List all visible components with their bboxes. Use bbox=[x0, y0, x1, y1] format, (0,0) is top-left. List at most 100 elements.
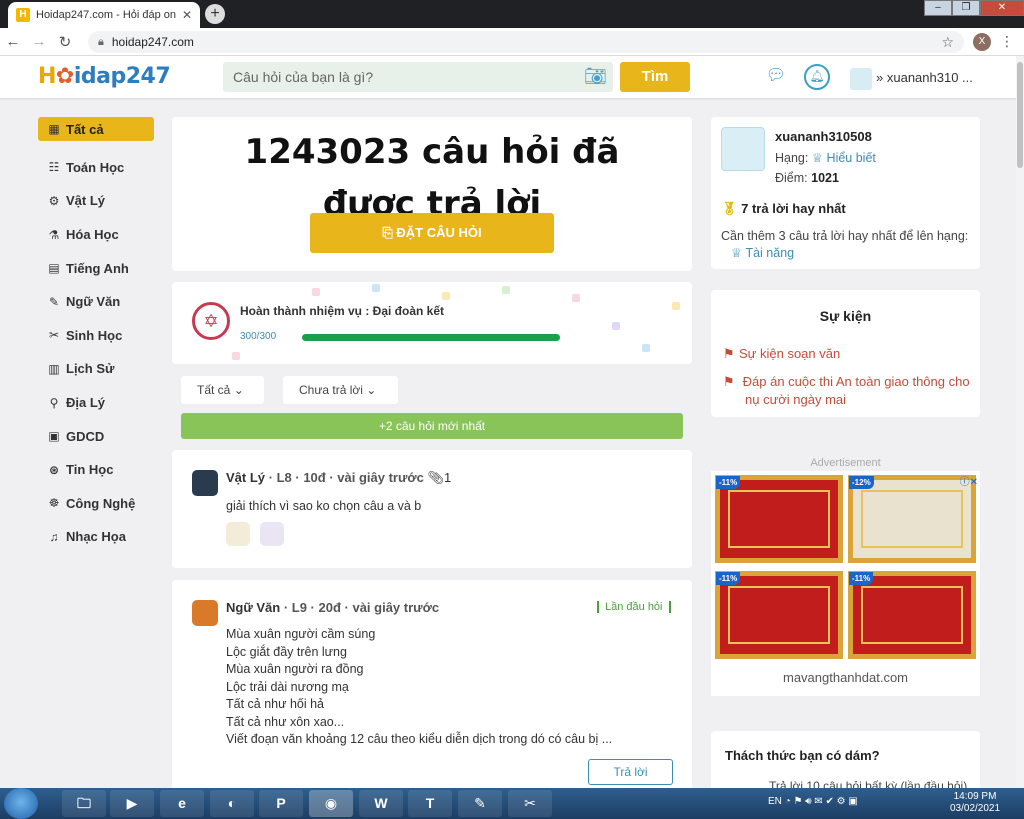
sidebar-item-biology[interactable]: ✂ Sinh Học bbox=[38, 319, 154, 353]
site-header: H✿idap247 Câu hỏi của bạn là gì? 📷︎ Tìm … bbox=[0, 56, 1024, 98]
word-icon[interactable]: W bbox=[359, 790, 403, 817]
advertisement[interactable]: -11% -12% -11% -11% ⓘ✕ mavangthanhdat.co… bbox=[711, 471, 980, 696]
username: xuananh310 ... bbox=[886, 70, 973, 85]
page-scrollbar[interactable] bbox=[1016, 56, 1024, 788]
window-close-button[interactable]: ✕ bbox=[980, 0, 1024, 16]
browser-tab[interactable]: H Hoidap247.com - Hỏi đáp online ✕ bbox=[8, 2, 200, 28]
question-points: 20đ bbox=[318, 600, 341, 615]
internet-explorer-icon[interactable]: e bbox=[160, 790, 204, 817]
sidebar-item-english[interactable]: ▤ Tiếng Anh bbox=[38, 251, 154, 285]
powerpoint-icon[interactable]: P bbox=[259, 790, 303, 817]
address-bar[interactable]: 🔒︎ hoidap247.com ☆ bbox=[88, 31, 964, 53]
tab-close-icon[interactable]: ✕ bbox=[182, 8, 192, 22]
attachment-thumbnail[interactable] bbox=[260, 522, 284, 546]
mission-progress-bar bbox=[302, 334, 560, 341]
chrome-icon[interactable]: ◉ bbox=[309, 790, 353, 817]
chat-icon[interactable]: 💬︎ bbox=[764, 66, 788, 90]
question-card[interactable]: Ngữ Văn · L9 · 20đ · vài giây trước Lần … bbox=[172, 580, 692, 790]
teams-icon[interactable]: T bbox=[408, 790, 452, 817]
ad-product-image[interactable]: -11% bbox=[715, 475, 843, 563]
question-card[interactable]: Vật Lý · L8 · 10đ · vài giây trước 📎︎1 g… bbox=[172, 450, 692, 568]
site-logo[interactable]: H✿idap247 bbox=[38, 64, 171, 89]
event-link[interactable]: ⚑ Đáp án cuộc thi An toàn giao thông cho… bbox=[723, 373, 973, 409]
sidebar-item-label: Ngữ Văn bbox=[66, 294, 121, 310]
ask-button-label: ĐẶT CÂU HỎI bbox=[396, 225, 482, 240]
pen-icon: ✎ bbox=[48, 294, 60, 309]
answered-count-line1: 1243023 câu hỏi đã bbox=[244, 132, 620, 172]
back-icon[interactable]: ← bbox=[0, 33, 26, 50]
asker-avatar[interactable] bbox=[192, 600, 218, 626]
language-indicator[interactable]: EN bbox=[768, 796, 782, 807]
challenge-title: Thách thức bạn có dám? bbox=[725, 748, 880, 763]
sidebar-item-history[interactable]: ▥ Lịch Sử bbox=[38, 352, 154, 386]
ad-close-icon[interactable]: ⓘ✕ bbox=[960, 473, 978, 488]
paint-icon[interactable]: ✎ bbox=[458, 790, 502, 817]
profile-name[interactable]: xuananh310508 bbox=[775, 129, 872, 144]
user-avatar[interactable] bbox=[850, 68, 872, 90]
music-icon: ♫ bbox=[49, 529, 59, 544]
rank-value[interactable]: Hiểu biết bbox=[827, 151, 876, 165]
app-icon[interactable]: ◐ bbox=[210, 790, 254, 817]
event-link[interactable]: ⚑ Sự kiện soạn văn bbox=[723, 345, 973, 363]
sidebar-item-civics[interactable]: ▣ GDCD bbox=[38, 419, 154, 453]
system-tray: EN ◔ ⚑ 🔊︎ ✉ ✔ ⚙ ▣ bbox=[768, 796, 858, 807]
minimize-button[interactable]: – bbox=[924, 0, 952, 16]
question-subject[interactable]: Ngữ Văn bbox=[226, 600, 280, 615]
sidebar-item-it[interactable]: ⊛ Tin Học bbox=[38, 453, 154, 487]
reload-icon[interactable]: ↻ bbox=[52, 33, 78, 51]
sidebar-item-geography[interactable]: ⚲ Địa Lý bbox=[38, 386, 154, 420]
camera-icon[interactable]: 📷︎ bbox=[584, 66, 608, 86]
ad-product-image[interactable]: -11% bbox=[848, 571, 976, 659]
sidebar-item-literature[interactable]: ✎ Ngữ Văn bbox=[38, 285, 154, 319]
ad-site[interactable]: mavangthanhdat.com bbox=[711, 670, 980, 685]
sidebar-item-arts[interactable]: ♫ Nhạc Họa bbox=[38, 520, 154, 554]
explorer-icon[interactable]: 🗀 bbox=[62, 790, 106, 817]
mission-title: Hoàn thành nhiệm vụ : Đại đoàn kết bbox=[240, 304, 445, 318]
confetti bbox=[312, 288, 320, 296]
question-line: Viết đoạn văn khoảng 12 câu theo kiểu di… bbox=[226, 732, 613, 746]
user-menu[interactable]: » xuananh310 ... bbox=[876, 70, 973, 85]
ad-product-image[interactable]: -11% bbox=[715, 571, 843, 659]
bell-icon[interactable]: 🔔︎ bbox=[804, 64, 830, 90]
asker-avatar[interactable] bbox=[192, 470, 218, 496]
ad-product-image[interactable]: -12% bbox=[848, 475, 976, 563]
clock[interactable]: 14:09 PM 03/02/2021 bbox=[950, 791, 1000, 815]
attachment-thumbnail[interactable] bbox=[226, 522, 250, 546]
profile-avatar[interactable] bbox=[721, 127, 765, 171]
scrollbar-thumb[interactable] bbox=[1017, 62, 1023, 168]
forward-icon[interactable]: → bbox=[26, 33, 52, 50]
new-questions-button[interactable]: +2 câu hỏi mới nhất bbox=[181, 413, 683, 439]
profile-points: Điểm: 1021 bbox=[775, 171, 839, 185]
search-input[interactable]: Câu hỏi của bạn là gì? bbox=[223, 62, 613, 92]
maximize-button[interactable]: ❐ bbox=[952, 0, 980, 16]
confetti bbox=[442, 292, 450, 300]
discount-tag: -11% bbox=[716, 476, 741, 489]
sidebar-item-technology[interactable]: ☸ Công Nghệ bbox=[38, 487, 154, 521]
media-player-icon[interactable]: ▶ bbox=[110, 790, 154, 817]
search-button[interactable]: Tìm bbox=[620, 62, 690, 92]
new-tab-button[interactable]: + bbox=[205, 4, 225, 24]
app2-icon[interactable]: ✂ bbox=[508, 790, 552, 817]
confetti bbox=[612, 322, 620, 330]
flask-icon: ⚗ bbox=[48, 227, 60, 242]
english-icon: ▤ bbox=[48, 261, 60, 276]
sidebar-item-all[interactable]: ▦ Tất cả bbox=[38, 117, 154, 141]
browser-profile-avatar[interactable]: X bbox=[973, 33, 991, 51]
question-body: giải thích vì sao ko chọn câu a và b bbox=[226, 498, 421, 516]
frame-inner bbox=[861, 586, 963, 644]
ask-question-button[interactable]: ⎘ ĐẶT CÂU HỎI bbox=[310, 213, 554, 253]
start-button[interactable] bbox=[4, 788, 38, 819]
profile-rank: Hạng: ♕ Hiểu biết bbox=[775, 150, 876, 165]
question-subject[interactable]: Vật Lý bbox=[226, 470, 265, 485]
bookmark-star-icon[interactable]: ☆ bbox=[941, 34, 954, 51]
history-icon: ▥ bbox=[48, 361, 60, 376]
url-text: hoidap247.com bbox=[111, 35, 194, 49]
sidebar-item-physics[interactable]: ⚙ Vật Lý bbox=[38, 184, 154, 218]
sidebar-item-chemistry[interactable]: ⚗ Hóa Học bbox=[38, 218, 154, 252]
answer-button[interactable]: Trả lời bbox=[588, 759, 673, 785]
filter-unanswered-dropdown[interactable]: Chưa trả lời ⌄ bbox=[283, 376, 398, 404]
browser-menu-icon[interactable]: ⋮ bbox=[1000, 33, 1014, 50]
sidebar-item-math[interactable]: ☷ Toán Học bbox=[38, 151, 154, 185]
next-rank[interactable]: ♕ Tài năng bbox=[731, 245, 794, 260]
filter-all-dropdown[interactable]: Tất cả ⌄ bbox=[181, 376, 264, 404]
